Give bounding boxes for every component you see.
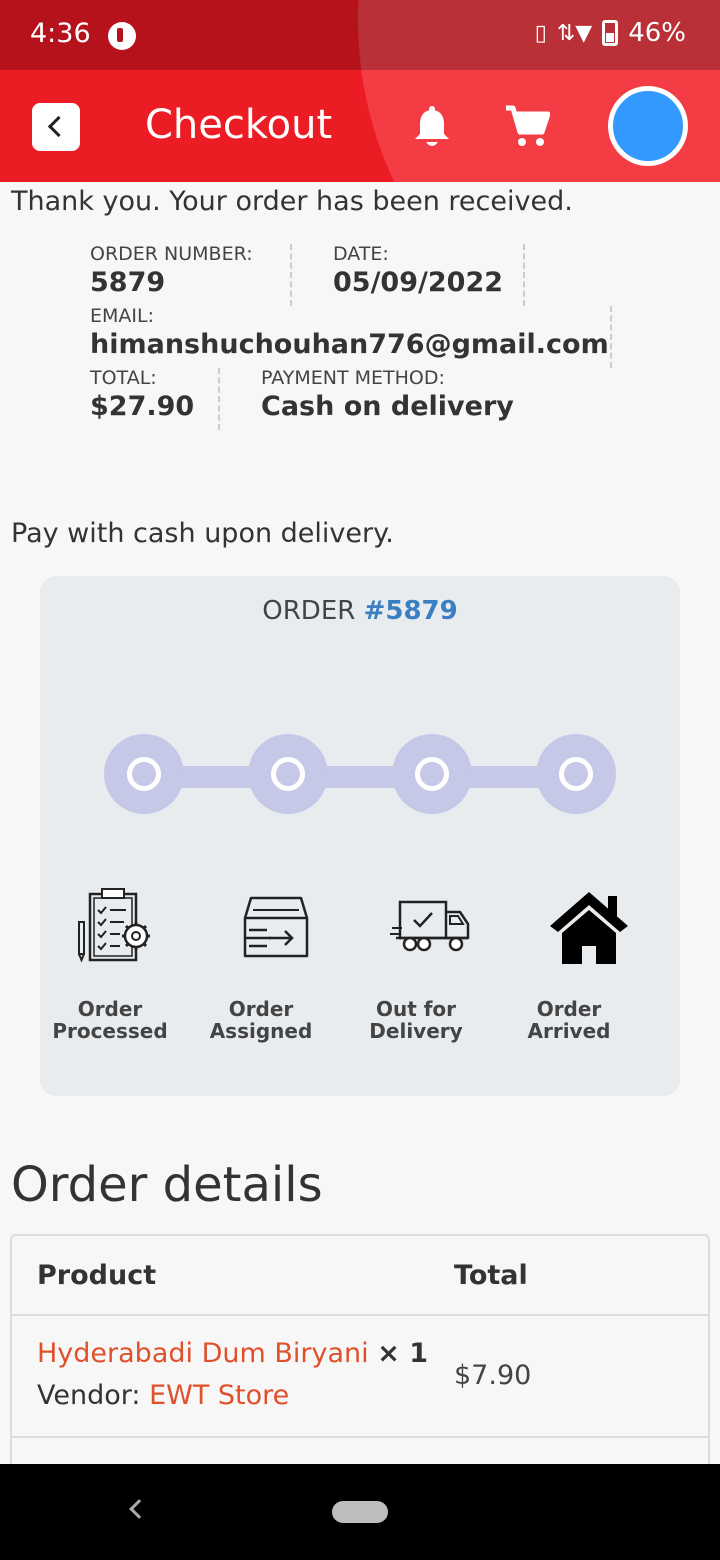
vendor-line: Vendor: EWT Store (37, 1380, 289, 1411)
system-nav-bar (0, 1464, 720, 1560)
step-label-arrived: Order Arrived (527, 997, 611, 1043)
tracker-title: ORDER #5879 (40, 596, 680, 626)
payment-note: Pay with cash upon delivery. (11, 518, 394, 549)
nav-home-pill[interactable] (332, 1501, 388, 1523)
column-header-total: Total (454, 1260, 528, 1291)
email-value: himanshuchouhan776@gmail.com (90, 329, 609, 360)
payment-method-label: PAYMENT METHOD: (261, 367, 445, 389)
divider (523, 244, 525, 306)
thank-you-message: Thank you. Your order has been received. (11, 186, 573, 217)
divider (610, 306, 612, 368)
step-label-out-for-delivery: Out for Delivery (369, 997, 463, 1043)
order-tracker: ORDER #5879 Order Processed Order Assign… (40, 576, 680, 1096)
progress-step-dot (536, 734, 616, 814)
order-number-label: ORDER NUMBER: (90, 243, 253, 265)
step-label-processed: Order Processed (52, 997, 168, 1043)
order-number-block: ORDER NUMBER: 5879 (90, 243, 253, 298)
divider (218, 368, 220, 430)
payment-method-block: PAYMENT METHOD: Cash on delivery (261, 367, 514, 422)
status-bar: 4:36 ▯ ⇅▼ 46% (0, 0, 720, 70)
status-time: 4:36 (30, 18, 91, 49)
vendor-label: Vendor: (37, 1380, 141, 1411)
vendor-link[interactable]: EWT Store (149, 1380, 289, 1411)
product-cell: Hyderabadi Dum Biryani × 1 (37, 1338, 428, 1369)
total-block: TOTAL: $27.90 (90, 367, 194, 422)
product-quantity: × 1 (377, 1338, 429, 1369)
table-header: Product Total (12, 1236, 708, 1316)
progress-track (144, 766, 576, 788)
column-header-product: Product (37, 1260, 157, 1291)
date-block: DATE: 05/09/2022 (333, 243, 503, 298)
inbox-arrow-icon (243, 896, 309, 958)
cart-icon[interactable] (504, 104, 550, 148)
payment-method-value: Cash on delivery (261, 391, 514, 422)
back-button[interactable] (32, 103, 80, 151)
vibrate-icon: ▯ (534, 20, 547, 46)
line-total: $7.90 (454, 1360, 532, 1391)
email-block: EMAIL: himanshuchouhan776@gmail.com (90, 305, 609, 360)
order-details-heading: Order details (11, 1157, 323, 1213)
total-value: $27.90 (90, 391, 195, 422)
delivery-truck-icon (390, 900, 470, 952)
order-number-value: 5879 (90, 267, 166, 298)
app-bar: Checkout (0, 70, 720, 182)
progress-step-dot (248, 734, 328, 814)
table-row: Hyderabadi Dum Biryani × 1 Vendor: EWT S… (12, 1316, 708, 1438)
nav-back-icon[interactable] (129, 1499, 149, 1519)
battery-percent: 46% (628, 18, 686, 48)
date-label: DATE: (333, 243, 389, 265)
bell-icon[interactable] (412, 106, 452, 150)
battery-icon (602, 20, 619, 46)
status-indicators: ▯ ⇅▼ 46% (535, 18, 686, 48)
home-icon (550, 892, 628, 964)
date-value: 05/09/2022 (333, 267, 504, 298)
order-details-table: Product Total Hyderabadi Dum Biryani × 1… (10, 1234, 710, 1474)
clipboard-gear-icon (78, 888, 150, 963)
progress-step-dot (392, 734, 472, 814)
wifi-icon: ⇅▼ (556, 20, 593, 46)
email-label: EMAIL: (90, 305, 154, 327)
avatar[interactable] (608, 86, 688, 166)
tracker-title-prefix: ORDER (262, 596, 364, 626)
step-label-assigned: Order Assigned (209, 997, 313, 1043)
product-link[interactable]: Hyderabadi Dum Biryani (37, 1338, 369, 1369)
app-notification-icon (108, 22, 136, 50)
divider (290, 244, 292, 306)
progress-step-dot (104, 734, 184, 814)
page-title: Checkout (145, 102, 333, 148)
tracker-order-ref: #5879 (363, 596, 458, 626)
total-label: TOTAL: (90, 367, 157, 389)
